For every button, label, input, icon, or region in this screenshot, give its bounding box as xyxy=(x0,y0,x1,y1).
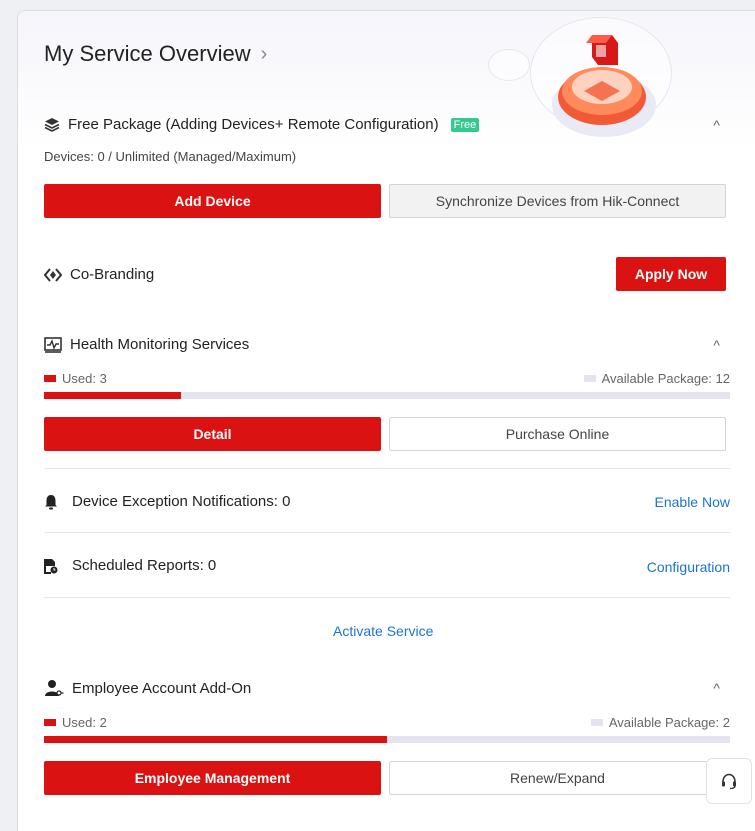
free-package-title-text: Free Package (Adding Devices+ Remote Con… xyxy=(68,116,439,133)
add-device-button[interactable]: Add Device xyxy=(44,184,381,218)
scheduled-reports-label: Scheduled Reports: 0 xyxy=(72,557,217,574)
purchase-online-button[interactable]: Purchase Online xyxy=(389,417,726,451)
health-usage-fill xyxy=(44,392,182,399)
co-branding-title: Co-Branding xyxy=(44,266,154,283)
co-branding-label: Co-Branding xyxy=(70,266,155,283)
health-used-label: Used: 3 xyxy=(62,371,107,386)
employee-used-legend: Used: 2 xyxy=(44,715,107,730)
page-title-text: My Service Overview xyxy=(44,41,251,66)
renew-expand-button[interactable]: Renew/Expand xyxy=(389,761,726,795)
service-overview-card: My Service Overview › Free Package (Addi… xyxy=(17,10,755,831)
available-legend-swatch xyxy=(590,719,603,726)
collapse-icon[interactable]: ^ xyxy=(713,680,720,696)
enable-now-link[interactable]: Enable Now xyxy=(655,494,731,510)
exception-notifications-row: Device Exception Notifications: 0 xyxy=(44,493,290,510)
free-package-header: Free Package (Adding Devices+ Remote Con… xyxy=(44,116,730,133)
layers-icon xyxy=(44,117,60,132)
co-branding-icon xyxy=(44,267,62,282)
used-legend-swatch xyxy=(44,719,56,726)
available-legend-swatch xyxy=(583,375,596,382)
page-title[interactable]: My Service Overview › xyxy=(44,41,267,67)
used-legend-swatch xyxy=(44,375,56,382)
exception-notifications-label: Device Exception Notifications: 0 xyxy=(72,493,291,510)
employee-account-title: Employee Account Add-On xyxy=(44,679,251,697)
employee-account-label: Employee Account Add-On xyxy=(72,679,252,697)
employee-available-legend: Available Package: 2 xyxy=(590,715,730,730)
health-available-label: Available Package: 12 xyxy=(601,371,730,386)
bell-icon xyxy=(45,494,57,509)
health-usage-bar xyxy=(44,392,730,399)
user-key-icon xyxy=(45,680,64,696)
employee-account-header: Employee Account Add-On ^ xyxy=(44,679,730,697)
employee-available-label: Available Package: 2 xyxy=(608,715,730,730)
scheduled-reports-row: Scheduled Reports: 0 xyxy=(44,557,216,574)
collapse-icon[interactable]: ^ xyxy=(713,117,720,133)
employee-usage-bar xyxy=(44,736,730,743)
devices-count: Devices: 0 / Unlimited (Managed/Maximum) xyxy=(44,149,297,164)
decorative-bubble xyxy=(488,49,530,81)
support-button[interactable] xyxy=(706,758,752,804)
divider xyxy=(44,597,730,598)
employee-usage-fill xyxy=(44,736,387,743)
employee-management-button[interactable]: Employee Management xyxy=(44,761,381,795)
report-clock-icon xyxy=(44,558,58,574)
configuration-link[interactable]: Configuration xyxy=(647,559,730,575)
free-badge: Free xyxy=(450,117,480,132)
apply-now-button[interactable]: Apply Now xyxy=(616,257,726,291)
health-used-legend: Used: 3 xyxy=(44,371,107,386)
health-monitoring-header: Health Monitoring Services ^ xyxy=(44,336,730,353)
health-available-legend: Available Package: 12 xyxy=(583,371,730,386)
chevron-right-icon: › xyxy=(260,42,268,65)
free-package-title: Free Package (Adding Devices+ Remote Con… xyxy=(44,116,480,133)
divider xyxy=(44,532,730,533)
sync-devices-button[interactable]: Synchronize Devices from Hik-Connect xyxy=(389,184,726,218)
headset-icon xyxy=(722,773,736,790)
monitor-pulse-icon xyxy=(44,336,62,353)
health-monitoring-label: Health Monitoring Services xyxy=(70,336,250,353)
detail-button[interactable]: Detail xyxy=(44,417,381,451)
health-monitoring-title: Health Monitoring Services xyxy=(44,336,249,353)
divider xyxy=(44,468,730,469)
activate-service-link[interactable]: Activate Service xyxy=(333,623,433,639)
employee-used-label: Used: 2 xyxy=(62,715,107,730)
collapse-icon[interactable]: ^ xyxy=(713,337,720,353)
